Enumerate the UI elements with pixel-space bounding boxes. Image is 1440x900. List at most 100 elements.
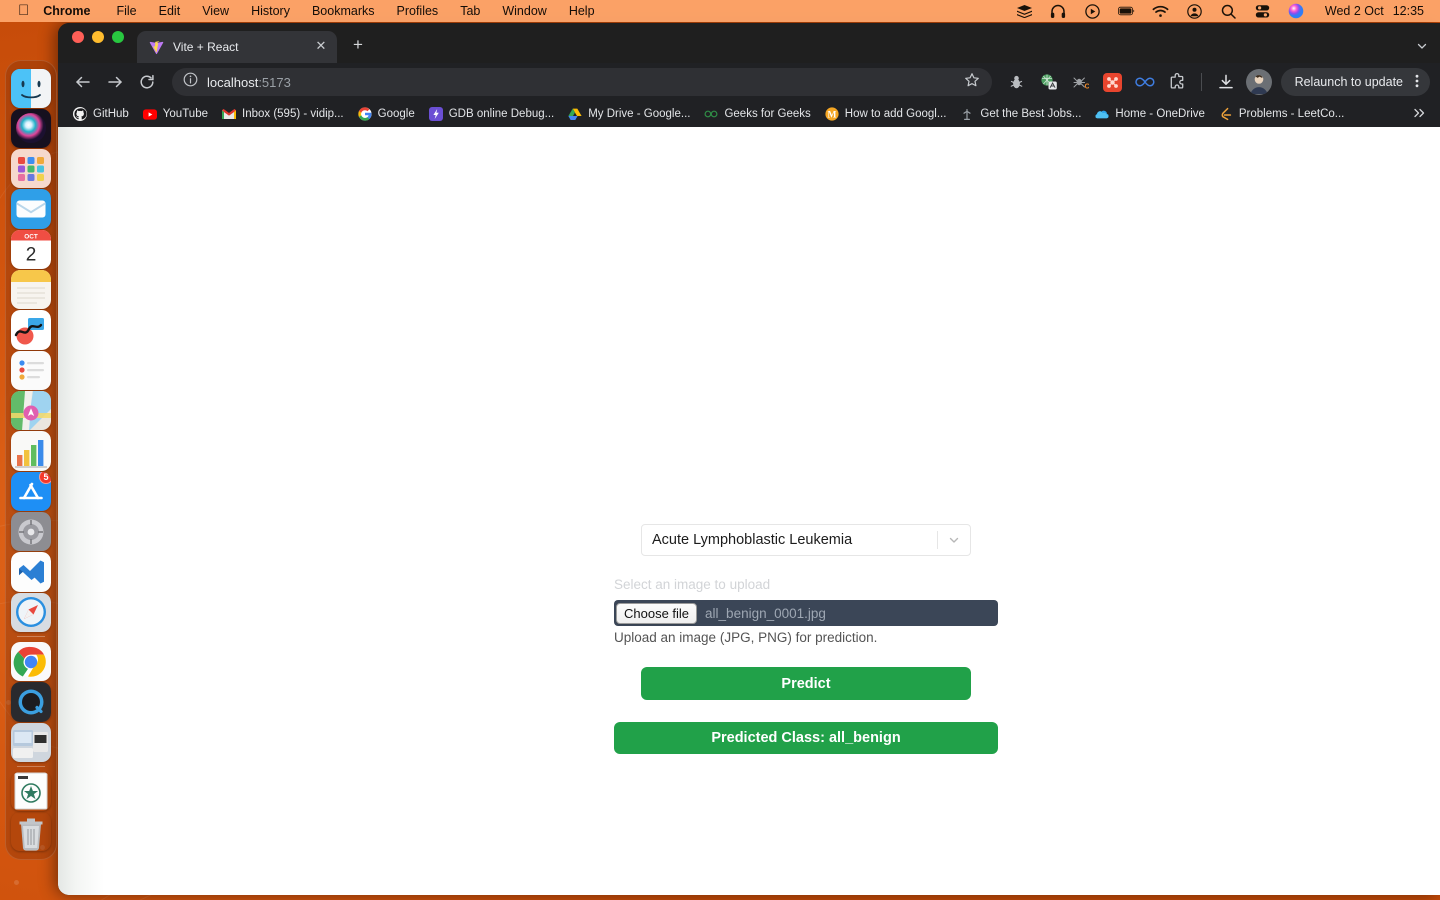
relaunch-to-update-button[interactable]: Relaunch to update: [1280, 68, 1430, 96]
battery-icon[interactable]: [1117, 3, 1135, 19]
dock-item-document[interactable]: [11, 772, 51, 811]
close-window-button[interactable]: [72, 30, 84, 43]
image-file-input[interactable]: Choose file all_benign_0001.jpg: [614, 600, 998, 626]
dock-item-notes[interactable]: [11, 270, 51, 310]
dock-item-trash[interactable]: [11, 812, 51, 851]
dock-item-siri[interactable]: [11, 108, 51, 149]
close-icon[interactable]: ✕: [313, 39, 329, 55]
bookmark-google[interactable]: Google: [351, 104, 422, 124]
dock-item-numbers[interactable]: [11, 431, 51, 471]
spider-c-icon[interactable]: C: [1066, 67, 1096, 97]
minimize-window-button[interactable]: [92, 30, 104, 43]
menubar-item-help[interactable]: Help: [569, 4, 595, 18]
jobs-icon: [960, 107, 974, 121]
bookmark-home-onedrive[interactable]: Home - OneDrive: [1088, 104, 1211, 124]
new-tab-button[interactable]: +: [344, 32, 372, 60]
bookmark-problems-leetcode[interactable]: Problems - LeetCo...: [1212, 104, 1351, 124]
apple-logo-icon[interactable]: : [18, 3, 29, 18]
bookmark-label: My Drive - Google...: [588, 108, 691, 120]
macos-dock: OCT 2 5: [5, 60, 57, 860]
dock-item-calendar[interactable]: OCT 2: [11, 229, 51, 270]
dock-separator-2: [17, 766, 45, 768]
bookmark-inbox[interactable]: Inbox (595) - vidip...: [215, 104, 351, 124]
info-circle-icon[interactable]: [183, 72, 198, 92]
menubar-clock[interactable]: Wed 2 Oct 12:35: [1325, 4, 1424, 18]
url-host: localhost: [207, 74, 259, 90]
dock-item-safari[interactable]: [11, 592, 51, 632]
menubar-item-tab[interactable]: Tab: [460, 4, 480, 18]
bookmark-how-to-add-google[interactable]: M How to add Googl...: [818, 104, 954, 124]
svg-text:M: M: [827, 111, 836, 121]
dock-item-reminders[interactable]: [11, 350, 51, 390]
maximize-window-button[interactable]: [112, 30, 124, 43]
dock-item-downloads-stack[interactable]: [11, 722, 51, 762]
menubar-item-chrome[interactable]: Chrome: [43, 4, 90, 18]
infinity-icon[interactable]: [1130, 67, 1160, 97]
menubar-item-edit[interactable]: Edit: [159, 4, 181, 18]
disease-select[interactable]: Acute Lymphoblastic Leukemia: [641, 524, 971, 556]
bookmark-label: Get the Best Jobs...: [980, 108, 1082, 120]
url-port: :5173: [258, 74, 291, 90]
control-center-user-icon[interactable]: [1186, 3, 1203, 19]
bookmark-gdb-online-debug[interactable]: GDB online Debug...: [422, 104, 561, 124]
red-grid-extension-icon[interactable]: [1098, 67, 1128, 97]
chevron-down-icon[interactable]: [1416, 40, 1428, 55]
dock-item-vs-code[interactable]: [11, 552, 51, 592]
chevron-down-icon[interactable]: [938, 533, 970, 547]
avatar[interactable]: [1245, 69, 1272, 95]
choose-file-button[interactable]: Choose file: [616, 602, 698, 624]
address-bar[interactable]: localhost:5173: [172, 68, 992, 96]
star-icon[interactable]: [964, 72, 980, 93]
siri-icon[interactable]: [1288, 3, 1305, 19]
dock-item-google-chrome[interactable]: [11, 641, 51, 682]
dock-item-system-settings[interactable]: [11, 511, 51, 552]
browser-tab[interactable]: Vite + React ✕: [137, 31, 337, 63]
bookmark-github[interactable]: GitHub: [66, 104, 136, 124]
bookmark-my-drive[interactable]: My Drive - Google...: [561, 104, 697, 124]
page-viewport: Acute Lymphoblastic Leukemia Select an i…: [58, 127, 1440, 895]
chrome-browser-window: Vite + React ✕ + localhost:5173 C Relaun…: [58, 23, 1440, 895]
bookmark-get-the-best-jobs[interactable]: Get the Best Jobs...: [953, 104, 1088, 124]
relaunch-label: Relaunch to update: [1294, 75, 1403, 89]
dock-item-maps[interactable]: [11, 391, 51, 431]
menubar-item-window[interactable]: Window: [502, 4, 546, 18]
three-dot-menu-icon[interactable]: [1410, 73, 1424, 92]
dock-item-app-store[interactable]: 5: [11, 471, 51, 511]
dock-item-quicktime[interactable]: [11, 682, 51, 722]
forward-arrow-icon[interactable]: [100, 67, 130, 97]
prediction-result-banner: Predicted Class: all_benign: [614, 722, 998, 754]
wifi-icon[interactable]: [1152, 3, 1169, 19]
bookmark-label: GitHub: [93, 108, 129, 120]
predict-button[interactable]: Predict: [641, 667, 971, 700]
svg-text:OCT: OCT: [24, 234, 38, 241]
download-icon[interactable]: [1211, 67, 1241, 97]
reload-icon[interactable]: [132, 67, 162, 97]
dock-item-finder[interactable]: [11, 68, 51, 108]
bug-icon[interactable]: [1002, 67, 1032, 97]
search-icon[interactable]: [1220, 3, 1237, 19]
menubar-item-history[interactable]: History: [251, 4, 290, 18]
bookmarks-bar: GitHub YouTube Inbox (595) - vidip... Go…: [58, 101, 1440, 127]
menubar-item-bookmarks[interactable]: Bookmarks: [312, 4, 375, 18]
macos-menubar:  Chrome File Edit View History Bookmark…: [0, 0, 1440, 22]
disease-select-value: Acute Lymphoblastic Leukemia: [652, 532, 853, 548]
dock-item-launchpad[interactable]: [11, 149, 51, 189]
bookmark-geeks-for-geeks[interactable]: Geeks for Geeks: [697, 104, 817, 124]
headphones-icon[interactable]: [1050, 3, 1067, 19]
control-center-icon[interactable]: [1254, 3, 1271, 19]
bookmark-youtube[interactable]: YouTube: [136, 104, 215, 124]
now-playing-icon[interactable]: [1084, 3, 1101, 19]
back-arrow-icon[interactable]: [68, 67, 98, 97]
double-chevron-right-icon[interactable]: [1412, 106, 1432, 123]
vite-logo-icon: [148, 39, 164, 55]
menubar-item-profiles[interactable]: Profiles: [397, 4, 439, 18]
dock-item-freeform[interactable]: [11, 310, 51, 350]
google-icon: [358, 107, 372, 121]
stacks-icon[interactable]: [1016, 3, 1033, 19]
menubar-item-view[interactable]: View: [202, 4, 229, 18]
translate-icon[interactable]: [1034, 67, 1064, 97]
menubar-item-file[interactable]: File: [116, 4, 136, 18]
toolbar-separator: [1200, 73, 1202, 91]
dock-item-mail[interactable]: [11, 189, 51, 229]
puzzle-icon[interactable]: [1162, 67, 1192, 97]
